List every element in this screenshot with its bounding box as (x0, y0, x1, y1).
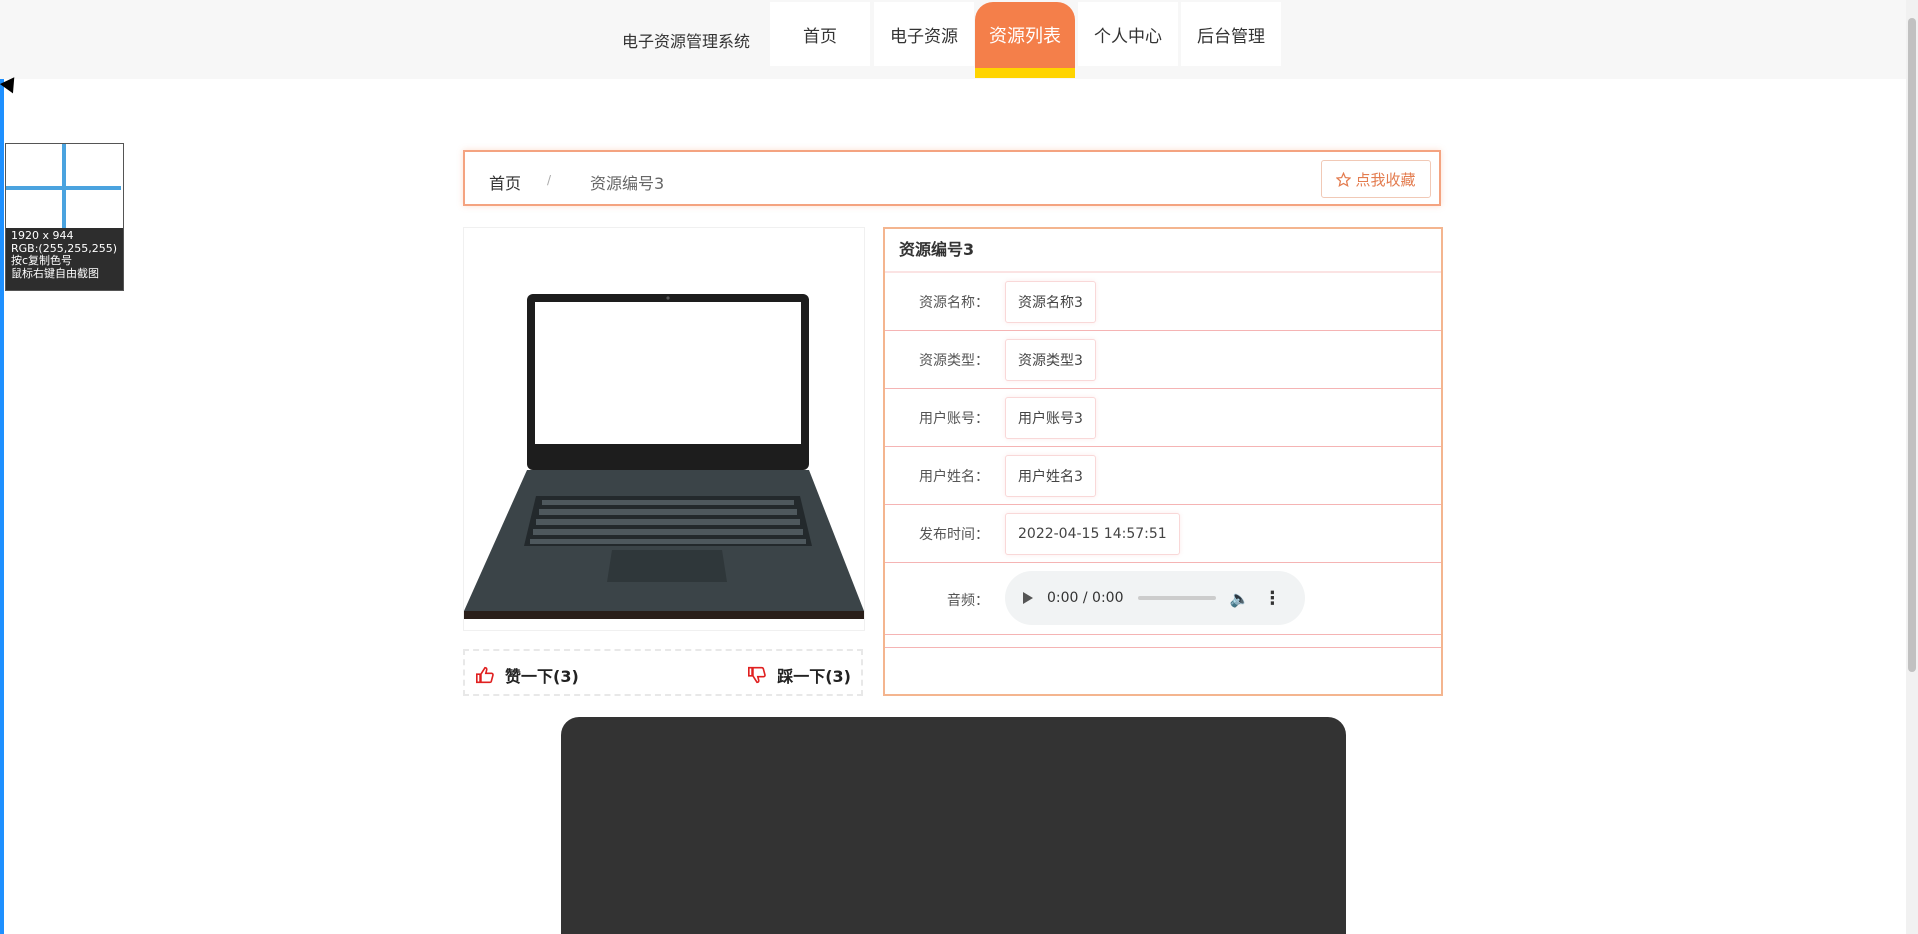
breadcrumb-separator: / (547, 173, 552, 187)
dislike-label: 踩一下(3) (777, 667, 851, 686)
nav-personal-center[interactable]: 个人中心 (1078, 2, 1178, 66)
crosshair-vertical (62, 144, 66, 228)
window-left-edge (0, 0, 4, 934)
field-row-name: 资源名称： 资源名称3 (885, 273, 1441, 331)
site-title: 电子资源管理系统 (622, 32, 751, 51)
field-label: 用户账号： (919, 411, 989, 427)
like-label: 赞一下(3) (505, 667, 579, 686)
field-value: 资源名称3 (1005, 281, 1096, 323)
resource-image (463, 227, 865, 631)
dislike-button[interactable]: 踩一下(3) (747, 663, 851, 687)
thumbs-up-icon (476, 666, 494, 684)
field-row-account: 用户账号： 用户账号3 (885, 389, 1441, 447)
breadcrumb-current: 资源编号3 (590, 174, 665, 193)
page-scrollbar-thumb[interactable] (1908, 18, 1916, 672)
more-options-icon[interactable]: ⋮ (1263, 588, 1281, 609)
nav-resources[interactable]: 电子资源 (874, 2, 974, 66)
nav-admin[interactable]: 后台管理 (1181, 2, 1281, 66)
audio-player: 0:00 / 0:00 🔈 ⋮ (1005, 571, 1305, 625)
like-button[interactable]: 赞一下(3) (475, 663, 579, 687)
picker-info: 1920 x 944 RGB:(255,255,255) 按c复制色号 鼠标右键… (6, 228, 123, 290)
field-label: 资源名称： (919, 295, 989, 311)
picker-size: 1920 x 944 (11, 229, 74, 242)
field-row-username: 用户姓名： 用户姓名3 (885, 447, 1441, 505)
field-row-publish-time: 发布时间： 2022-04-15 14:57:51 (885, 505, 1441, 563)
video-player[interactable] (561, 717, 1346, 934)
field-label: 音频： (947, 593, 989, 609)
star-icon (1336, 171, 1352, 187)
resource-detail-panel: 资源编号3 资源名称： 资源名称3 资源类型： 资源类型3 用户账号： 用户账号… (883, 227, 1443, 696)
picker-hint-screenshot: 鼠标右键自由截图 (11, 266, 99, 280)
field-row-type: 资源类型： 资源类型3 (885, 331, 1441, 389)
audio-progress-slider[interactable] (1137, 596, 1216, 600)
field-value: 2022-04-15 14:57:51 (1005, 513, 1180, 555)
volume-icon[interactable]: 🔈 (1230, 589, 1250, 608)
field-row-audio: 音频： 0:00 / 0:00 🔈 ⋮ (885, 563, 1441, 635)
top-navigation: 电子资源管理系统 首页 电子资源 资源列表 个人中心 后台管理 (0, 0, 1918, 79)
vote-bar: 赞一下(3) 踩一下(3) (463, 649, 863, 696)
breadcrumb-home[interactable]: 首页 (489, 170, 521, 194)
field-value: 用户账号3 (1005, 397, 1096, 439)
detail-title: 资源编号3 (885, 229, 1441, 273)
thumbs-down-icon (748, 666, 767, 684)
detail-spacer-row (885, 635, 1441, 648)
color-picker-overlay: 1920 x 944 RGB:(255,255,255) 按c复制色号 鼠标右键… (5, 143, 124, 291)
picker-hint-copy: 按c复制色号 (11, 254, 73, 267)
field-value: 资源类型3 (1005, 339, 1096, 381)
audio-time: 0:00 / 0:00 (1047, 590, 1124, 606)
favorite-button[interactable]: 点我收藏 (1321, 160, 1431, 198)
field-value: 用户姓名3 (1005, 455, 1096, 497)
play-icon[interactable] (1023, 592, 1033, 604)
nav-resource-list[interactable]: 资源列表 (975, 2, 1075, 78)
field-label: 资源类型： (919, 353, 989, 369)
laptop-image (464, 294, 864, 619)
field-label: 用户姓名： (919, 469, 989, 485)
breadcrumb: 首页 / 资源编号3 点我收藏 (463, 150, 1441, 206)
favorite-label: 点我收藏 (1355, 170, 1416, 189)
field-label: 发布时间： (919, 527, 989, 543)
nav-home[interactable]: 首页 (770, 2, 870, 66)
